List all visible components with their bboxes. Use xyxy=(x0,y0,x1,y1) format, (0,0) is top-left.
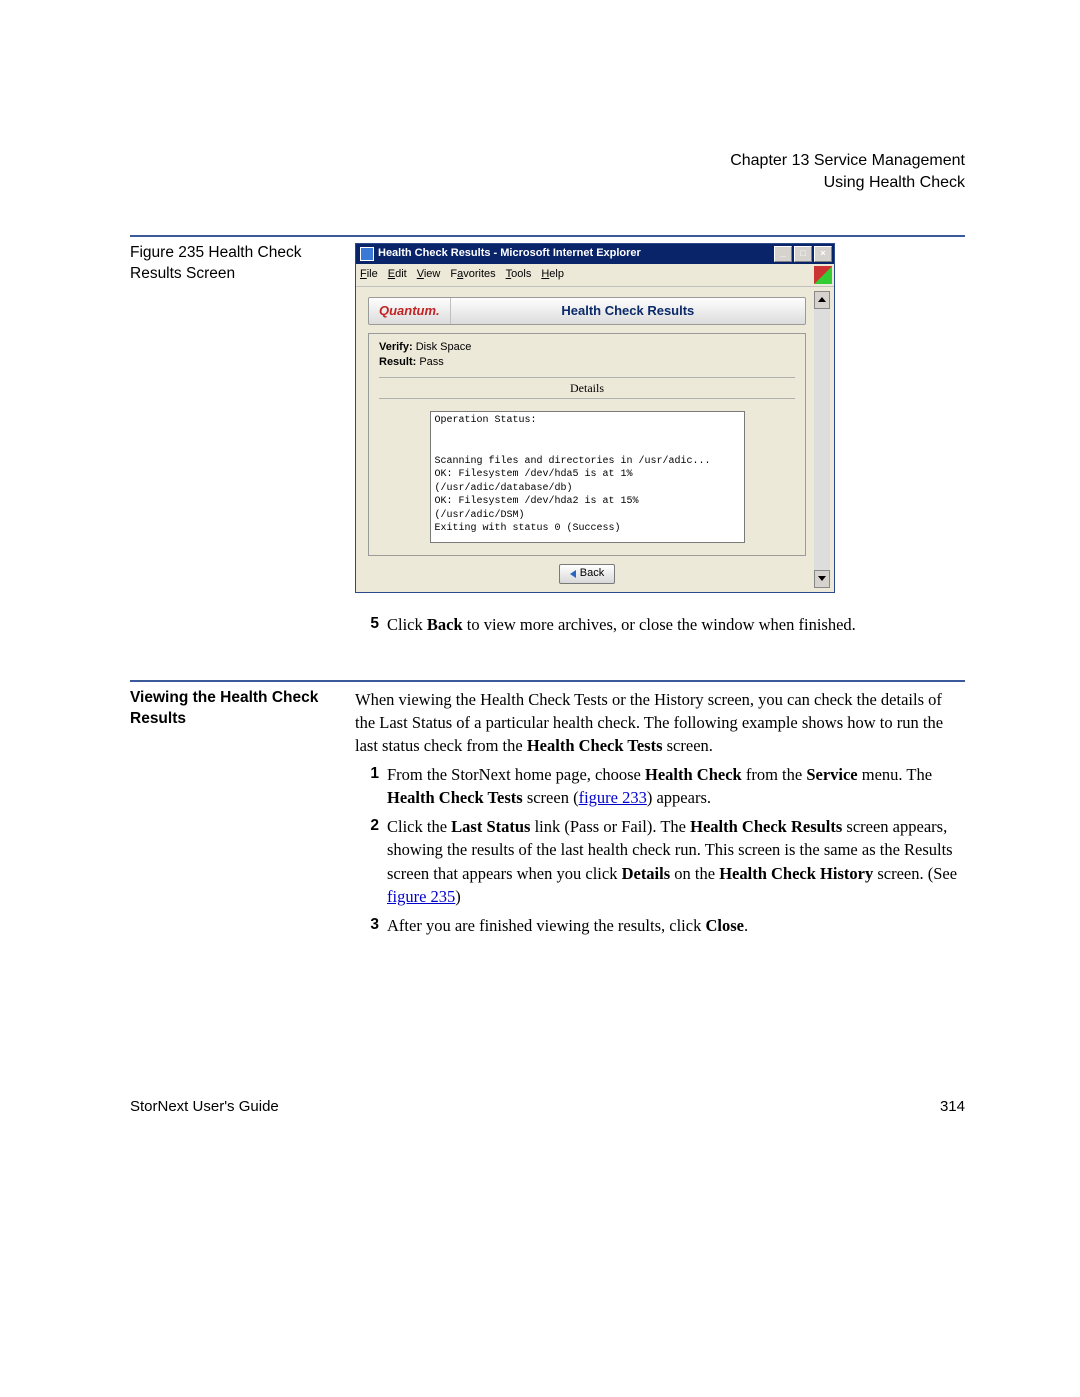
section-line: Using Health Check xyxy=(130,172,965,194)
step-number: 2 xyxy=(355,815,387,907)
figure-235-link[interactable]: figure 235 xyxy=(387,887,455,906)
verify-label: Verify: xyxy=(379,341,413,353)
maximize-button[interactable]: □ xyxy=(794,246,812,262)
page-footer: StorNext User's Guide 314 xyxy=(130,1098,965,1115)
intro-paragraph: When viewing the Health Check Tests or t… xyxy=(355,688,965,757)
menu-favorites[interactable]: Favorites xyxy=(450,267,495,282)
banner: Quantum. Health Check Results xyxy=(368,297,806,325)
result-label: Result: xyxy=(379,356,416,368)
menu-view[interactable]: View xyxy=(417,267,441,282)
scrollbar-vertical[interactable] xyxy=(814,291,830,588)
scroll-down-icon[interactable] xyxy=(814,570,830,588)
back-button[interactable]: Back xyxy=(559,564,615,583)
figure-caption: Figure 235 Health Check Results Screen xyxy=(130,243,355,285)
result-row: Result: Pass xyxy=(379,355,795,370)
minimize-button[interactable]: _ xyxy=(774,246,792,262)
verify-value: Disk Space xyxy=(413,341,472,353)
section-heading: Viewing the Health Check Results xyxy=(130,688,345,730)
menu-help[interactable]: Help xyxy=(541,267,564,282)
menu-tools[interactable]: Tools xyxy=(506,267,532,282)
page-header: Chapter 13 Service Management Using Heal… xyxy=(130,150,965,195)
details-heading: Details xyxy=(379,377,795,400)
step-number: 1 xyxy=(355,763,387,809)
divider xyxy=(130,680,965,682)
footer-right: 314 xyxy=(940,1098,965,1115)
verify-row: Verify: Disk Space xyxy=(379,340,795,355)
back-label: Back xyxy=(580,566,604,581)
titlebar: Health Check Results - Microsoft Interne… xyxy=(356,244,834,264)
scroll-up-icon[interactable] xyxy=(814,291,830,309)
menu-edit[interactable]: Edit xyxy=(388,267,407,282)
windows-logo-icon xyxy=(814,266,832,284)
content-panel: Verify: Disk Space Result: Pass Details … xyxy=(368,333,806,557)
browser-window: Health Check Results - Microsoft Interne… xyxy=(355,243,835,593)
step-1: 1 From the StorNext home page, choose He… xyxy=(355,763,965,809)
step-number: 5 xyxy=(355,613,387,636)
footer-left: StorNext User's Guide xyxy=(130,1098,279,1115)
figure-233-link[interactable]: figure 233 xyxy=(579,788,647,807)
banner-title: Health Check Results xyxy=(451,302,805,320)
window-title: Health Check Results - Microsoft Interne… xyxy=(378,246,774,261)
step-2: 2 Click the Last Status link (Pass or Fa… xyxy=(355,815,965,907)
result-value: Pass xyxy=(416,356,444,368)
brand-logo: Quantum. xyxy=(369,298,451,324)
step-number: 3 xyxy=(355,914,387,937)
step-5: 5 Click Back to view more archives, or c… xyxy=(355,613,965,636)
operation-status-box[interactable]: Operation Status: Scanning files and dir… xyxy=(430,411,745,543)
menu-file[interactable]: File xyxy=(360,267,378,282)
step-3: 3 After you are finished viewing the res… xyxy=(355,914,965,937)
back-arrow-icon xyxy=(570,570,576,578)
menubar: File Edit View Favorites Tools Help xyxy=(356,264,834,287)
ie-icon xyxy=(360,247,374,261)
close-button[interactable]: × xyxy=(814,246,832,262)
chapter-line: Chapter 13 Service Management xyxy=(130,150,965,172)
divider xyxy=(130,235,965,237)
